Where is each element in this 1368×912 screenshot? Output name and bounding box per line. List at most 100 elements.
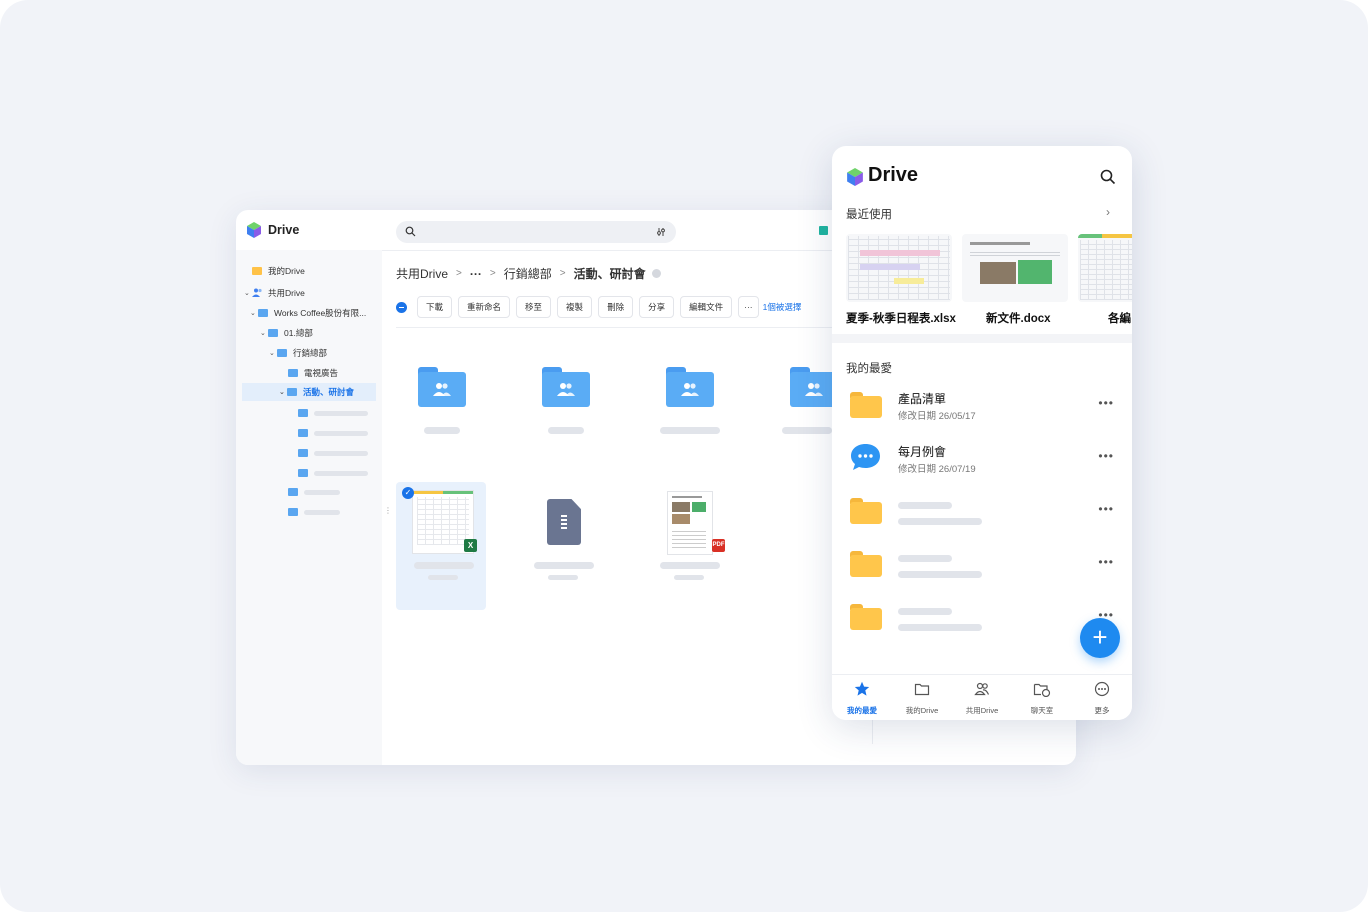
text-placeholder — [660, 427, 720, 434]
sidebar: 我的Drive ⌄ 共用Drive ⌄ Works Coffee股份有限... … — [236, 250, 392, 765]
recent-file-name: 新文件.docx — [986, 313, 1051, 325]
more-options-icon[interactable]: ••• — [1098, 555, 1114, 569]
shared-folder-icon — [288, 508, 298, 516]
chevron-right-icon: > — [489, 268, 496, 279]
recent-file-card[interactable] — [1078, 234, 1132, 302]
shared-folder-tile[interactable] — [542, 367, 590, 407]
text-placeholder — [898, 502, 952, 509]
sidebar-item-my-drive[interactable]: 我的Drive — [252, 262, 305, 280]
copy-button[interactable]: 複製 — [557, 296, 593, 318]
more-button[interactable]: ··· — [738, 296, 759, 318]
recent-file-card[interactable] — [846, 234, 952, 302]
share-button[interactable]: 分享 — [639, 296, 675, 318]
zip-file-icon[interactable] — [547, 499, 581, 545]
sidebar-item-label: 01.總部 — [284, 328, 313, 338]
filter-icon[interactable] — [656, 227, 666, 237]
edit-document-button[interactable]: 編輯文件 — [680, 296, 733, 318]
breadcrumb-parent[interactable]: 行銷總部 — [504, 265, 552, 282]
folder-icon — [850, 392, 882, 418]
breadcrumb-root[interactable]: 共用Drive — [396, 265, 448, 282]
shared-folder-icon — [298, 469, 308, 477]
info-icon[interactable] — [651, 269, 661, 278]
text-placeholder — [898, 555, 952, 562]
sidebar-item-events[interactable]: ⌄ 活動、研討會 — [242, 383, 376, 401]
app-title: Drive — [268, 223, 300, 237]
pdf-icon: PDF — [712, 539, 725, 552]
sidebar-item-dept-01[interactable]: ⌄ 01.總部 — [260, 324, 313, 342]
shared-users-icon — [557, 383, 575, 396]
app-title: Drive — [868, 164, 919, 186]
text-placeholder — [424, 427, 460, 434]
favorite-item-placeholder[interactable]: ••• — [832, 490, 1132, 542]
text-placeholder — [534, 562, 594, 569]
text-placeholder — [428, 575, 458, 580]
breadcrumb-ellipsis[interactable]: ··· — [470, 267, 482, 281]
sidebar-item-works-coffee[interactable]: ⌄ Works Coffee股份有限... — [250, 304, 366, 322]
background-canvas: Drive 我的Drive ⌄ 共用Drive ⌄ Works Coffee股份… — [0, 0, 1368, 912]
recent-file-name: 夏季-秋季日程表.xlsx — [846, 313, 956, 325]
shared-folder-tile[interactable] — [666, 367, 714, 407]
sidebar-item-placeholder[interactable] — [298, 464, 368, 482]
chevron-right-icon: > — [559, 268, 566, 279]
drive-logo[interactable]: Drive — [246, 222, 299, 238]
shared-folder-icon — [298, 449, 308, 457]
shared-folder-icon — [258, 309, 268, 317]
resize-handle[interactable]: ⋮ — [384, 506, 392, 515]
chevron-right-icon[interactable]: › — [1106, 205, 1110, 219]
sidebar-item-placeholder[interactable] — [298, 404, 368, 422]
folder-icon — [252, 267, 262, 275]
nav-label: 聊天室 — [1030, 706, 1054, 715]
sidebar-item-shared-drive[interactable]: ⌄ 共用Drive — [244, 284, 305, 302]
add-button[interactable]: + — [1080, 618, 1120, 658]
sidebar-item-tv-ads[interactable]: 電視廣告 — [288, 364, 338, 382]
view-toggle-icon[interactable] — [819, 226, 828, 235]
sidebar-item-placeholder[interactable] — [288, 483, 340, 501]
folder-icon — [850, 498, 882, 524]
more-options-icon[interactable]: ••• — [1098, 396, 1114, 410]
nav-shared-drive[interactable]: 共用Drive — [952, 681, 1012, 716]
text-placeholder — [660, 562, 720, 569]
nav-my-drive[interactable]: 我的Drive — [892, 681, 952, 716]
selected-check-icon[interactable]: ✓ — [402, 487, 414, 499]
shared-folder-tile[interactable] — [418, 367, 466, 407]
sidebar-item-marketing[interactable]: ⌄ 行銷總部 — [269, 344, 327, 362]
text-placeholder — [674, 575, 704, 580]
recent-file-card[interactable] — [962, 234, 1068, 302]
shared-users-icon — [974, 682, 990, 696]
more-options-icon[interactable]: ••• — [1098, 449, 1114, 463]
text-placeholder — [314, 470, 368, 476]
nav-favorites[interactable]: 我的最愛 — [832, 681, 892, 716]
selection-count[interactable]: 1個被選擇 — [763, 301, 802, 313]
text-placeholder — [782, 427, 832, 434]
move-button[interactable]: 移至 — [516, 296, 552, 318]
shared-folder-icon — [288, 369, 298, 377]
nav-chat-room[interactable]: 聊天室 — [1012, 681, 1072, 716]
text-placeholder — [898, 624, 982, 631]
text-placeholder — [314, 430, 368, 436]
sidebar-item-label: 電視廣告 — [304, 368, 339, 378]
sidebar-item-placeholder[interactable] — [298, 444, 368, 462]
favorite-item[interactable]: 產品清單 修改日期 26/05/17 ••• — [832, 384, 1132, 436]
shared-folder-tile[interactable] — [790, 367, 838, 407]
star-icon — [854, 681, 870, 696]
favorite-item-date: 修改日期 26/07/19 — [898, 464, 976, 475]
deselect-all-icon[interactable] — [396, 301, 407, 313]
sidebar-item-placeholder[interactable] — [298, 424, 368, 442]
more-options-icon[interactable]: ••• — [1098, 502, 1114, 516]
rename-button[interactable]: 重新命名 — [458, 296, 511, 318]
sidebar-item-placeholder[interactable] — [288, 503, 340, 521]
search-input[interactable] — [396, 221, 676, 243]
search-icon[interactable] — [1100, 169, 1116, 185]
nav-label: 共用Drive — [965, 706, 999, 715]
download-button[interactable]: 下載 — [417, 296, 453, 318]
sidebar-item-label: Works Coffee股份有限... — [274, 308, 367, 318]
pdf-thumbnail — [667, 491, 713, 555]
chat-bubble-icon — [851, 444, 880, 470]
favorite-item-placeholder[interactable]: ••• — [832, 543, 1132, 595]
nav-more[interactable]: 更多 — [1072, 681, 1132, 716]
mobile-drive-app: Drive 最近使用 › 夏季-秋季日程表.xlsx 新文件.docx 各編 我… — [832, 146, 1132, 720]
delete-button[interactable]: 刪除 — [598, 296, 634, 318]
favorite-item[interactable]: 每月例會 修改日期 26/07/19 ••• — [832, 437, 1132, 489]
recent-section-title: 最近使用 — [846, 209, 892, 221]
text-placeholder — [898, 518, 982, 525]
